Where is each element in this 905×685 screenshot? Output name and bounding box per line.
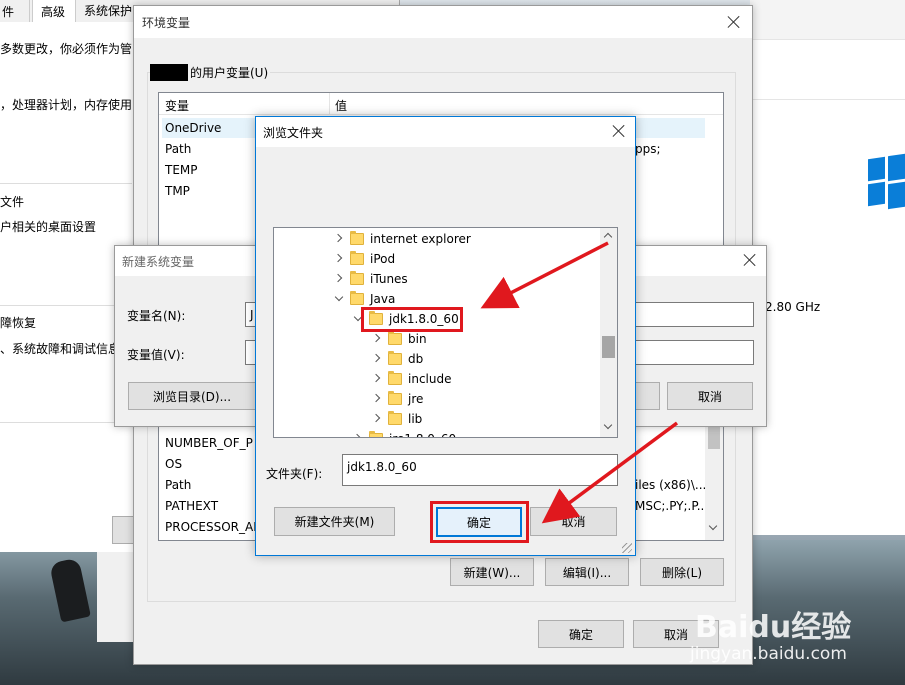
arrow-to-ok bbox=[541, 421, 679, 524]
annotation-arrows bbox=[480, 241, 679, 524]
arrow-to-jdk bbox=[480, 241, 609, 309]
baidu-watermark-logo: Baidu经验 bbox=[695, 610, 852, 645]
baidu-watermark-url: jingyan.baidu.com bbox=[690, 644, 847, 664]
